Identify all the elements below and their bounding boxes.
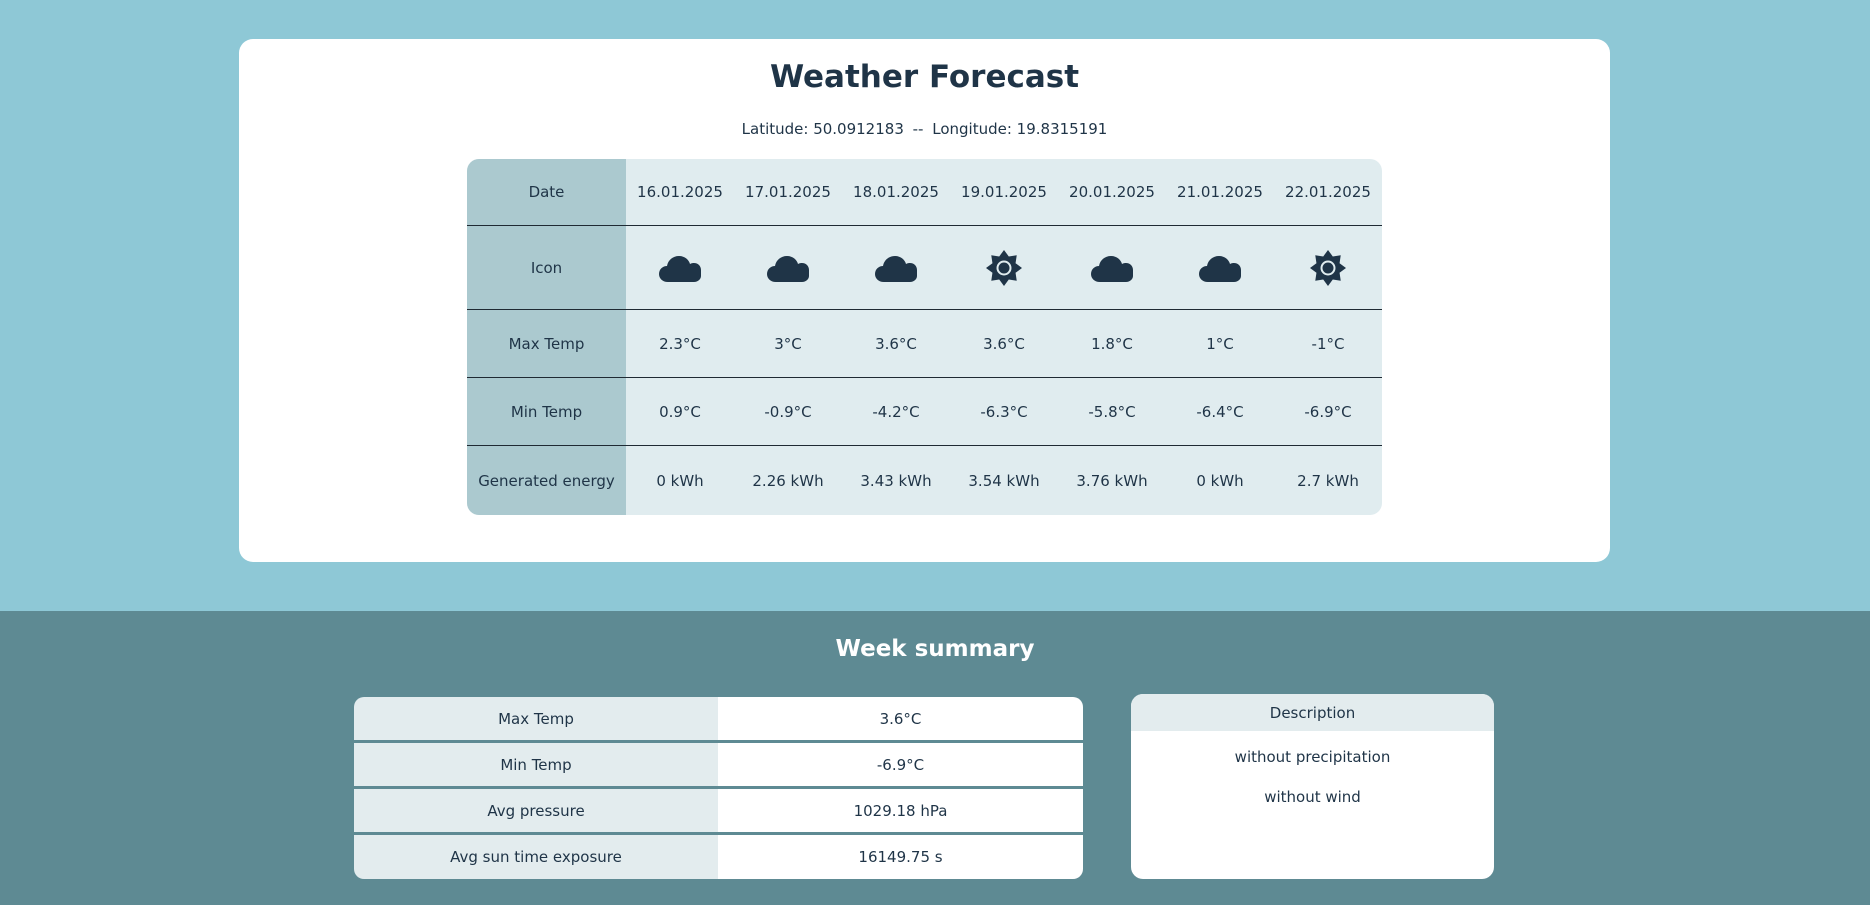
table-row-energy: Generated energy 0 kWh 2.26 kWh 3.43 kWh…	[467, 446, 1382, 515]
max-temp-cell: 3.6°C	[983, 334, 1025, 353]
min-temp-cell: -0.9°C	[764, 402, 812, 421]
weather-icon-cell	[1274, 226, 1382, 309]
max-temp-cell: 3.6°C	[875, 334, 917, 353]
min-temp-cell: -6.9°C	[1304, 402, 1352, 421]
weather-icon-cell	[1166, 226, 1274, 309]
energy-cell: 3.43 kWh	[860, 471, 932, 490]
description-header: Description	[1131, 694, 1494, 731]
description-item: without precipitation	[1234, 748, 1391, 766]
max-temp-cell: -1°C	[1311, 334, 1345, 353]
longitude-label: Longitude: 19.8315191	[932, 120, 1108, 138]
summary-row: Avg sun time exposure 16149.75 s	[354, 835, 1083, 879]
max-temp-cell: 1.8°C	[1091, 334, 1133, 353]
row-header-date: Date	[467, 159, 626, 225]
weather-icon-cell	[950, 226, 1058, 309]
cloud-icon	[659, 253, 701, 283]
forecast-table: Date 16.01.2025 17.01.2025 18.01.2025 19…	[467, 159, 1382, 515]
min-temp-cell: -5.8°C	[1088, 402, 1136, 421]
forecast-section: Weather Forecast Latitude: 50.0912183 --…	[0, 0, 1870, 611]
table-row-icon: Icon	[467, 226, 1382, 310]
row-header-energy: Generated energy	[467, 446, 626, 515]
date-cell: 21.01.2025	[1177, 183, 1263, 201]
max-temp-cell: 2.3°C	[659, 334, 701, 353]
weather-icon-cell	[626, 226, 734, 309]
cloud-icon	[767, 253, 809, 283]
summary-value: -6.9°C	[718, 743, 1083, 786]
week-summary-title: Week summary	[835, 636, 1035, 662]
description-card: Description without precipitation withou…	[1131, 694, 1494, 879]
summary-value: 16149.75 s	[718, 835, 1083, 879]
date-cell: 19.01.2025	[961, 183, 1047, 201]
energy-cell: 2.26 kWh	[752, 471, 824, 490]
energy-cell: 0 kWh	[1196, 471, 1244, 490]
date-cell: 22.01.2025	[1285, 183, 1371, 201]
summary-label: Avg pressure	[354, 789, 718, 832]
row-header-max-temp: Max Temp	[467, 310, 626, 377]
row-header-min-temp: Min Temp	[467, 378, 626, 445]
date-cell: 17.01.2025	[745, 183, 831, 201]
summary-value: 3.6°C	[718, 697, 1083, 740]
table-row-min-temp: Min Temp 0.9°C -0.9°C -4.2°C -6.3°C -5.8…	[467, 378, 1382, 446]
latitude-label: Latitude: 50.0912183	[741, 120, 904, 138]
summary-label: Avg sun time exposure	[354, 835, 718, 879]
table-row-max-temp: Max Temp 2.3°C 3°C 3.6°C 3.6°C 1.8°C 1°C…	[467, 310, 1382, 378]
date-cell: 18.01.2025	[853, 183, 939, 201]
cloud-icon	[1091, 253, 1133, 283]
cloud-icon	[1199, 253, 1241, 283]
energy-cell: 0 kWh	[656, 471, 704, 490]
summary-table: Max Temp 3.6°C Min Temp -6.9°C Avg press…	[354, 697, 1083, 879]
energy-cell: 3.76 kWh	[1076, 471, 1148, 490]
coordinates: Latitude: 50.0912183 -- Longitude: 19.83…	[239, 120, 1610, 138]
forecast-card: Weather Forecast Latitude: 50.0912183 --…	[239, 39, 1610, 562]
summary-row: Avg pressure 1029.18 hPa	[354, 789, 1083, 832]
weather-icon-cell	[1058, 226, 1166, 309]
summary-label: Min Temp	[354, 743, 718, 786]
min-temp-cell: -6.3°C	[980, 402, 1028, 421]
max-temp-cell: 1°C	[1206, 334, 1234, 353]
week-summary-section: Week summary Max Temp 3.6°C Min Temp -6.…	[0, 611, 1870, 905]
description-item: without wind	[1264, 788, 1361, 806]
date-cell: 16.01.2025	[637, 183, 723, 201]
date-cell: 20.01.2025	[1069, 183, 1155, 201]
page-title: Weather Forecast	[769, 59, 1080, 95]
summary-label: Max Temp	[354, 697, 718, 740]
min-temp-cell: -4.2°C	[872, 402, 920, 421]
sun-icon	[1309, 249, 1347, 287]
coordinates-separator: --	[912, 120, 924, 138]
weather-icon-cell	[734, 226, 842, 309]
energy-cell: 3.54 kWh	[968, 471, 1040, 490]
cloud-icon	[875, 253, 917, 283]
summary-row: Min Temp -6.9°C	[354, 743, 1083, 786]
summary-row: Max Temp 3.6°C	[354, 697, 1083, 740]
max-temp-cell: 3°C	[774, 334, 802, 353]
table-row-date: Date 16.01.2025 17.01.2025 18.01.2025 19…	[467, 159, 1382, 226]
row-header-icon: Icon	[467, 226, 626, 309]
min-temp-cell: -6.4°C	[1196, 402, 1244, 421]
energy-cell: 2.7 kWh	[1297, 471, 1359, 490]
min-temp-cell: 0.9°C	[659, 402, 701, 421]
weather-icon-cell	[842, 226, 950, 309]
sun-icon	[985, 249, 1023, 287]
summary-value: 1029.18 hPa	[718, 789, 1083, 832]
